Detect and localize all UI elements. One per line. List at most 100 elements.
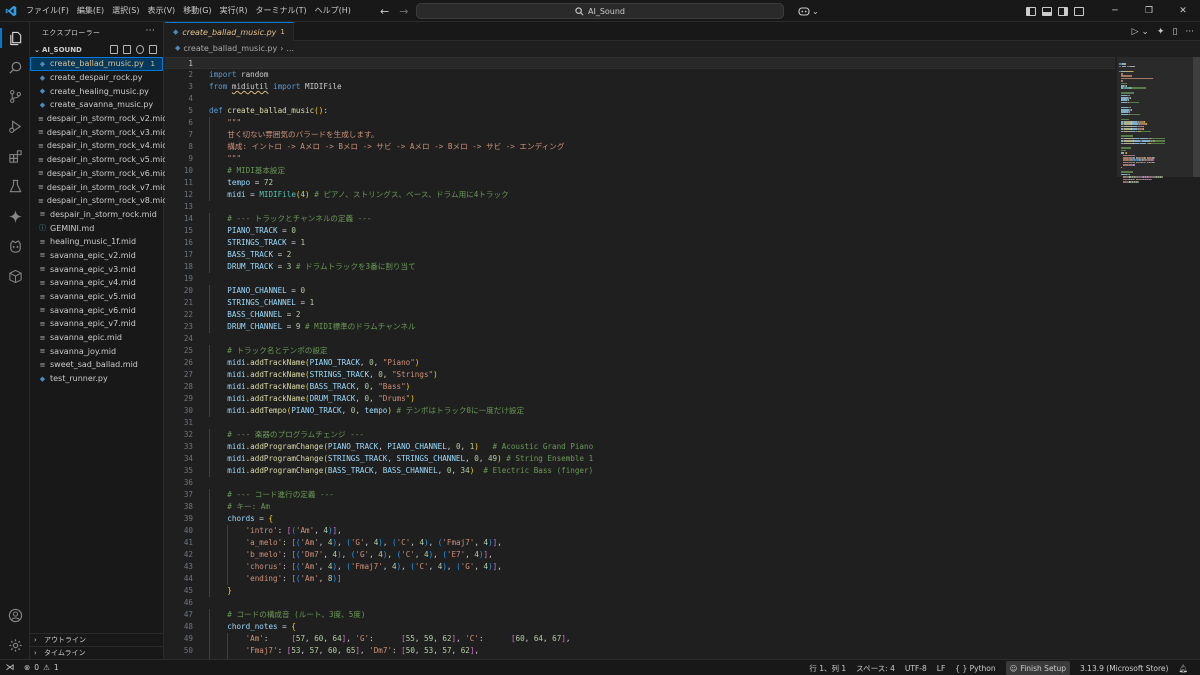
file-item[interactable]: ◆ create_ballad_music.py 1 (30, 57, 163, 71)
notifications-bell-icon[interactable]: 🔔︎ (1178, 664, 1188, 673)
timeline-section[interactable]: › タイムライン (30, 646, 164, 659)
containers-box-icon[interactable] (0, 263, 30, 289)
run-python-icon[interactable]: ▷ ⌄ (1132, 27, 1149, 37)
line-number: 34 (183, 454, 193, 463)
more-actions-icon[interactable]: ··· (146, 26, 155, 36)
file-item[interactable]: ◆ test_runner.py (30, 372, 163, 386)
new-folder-icon[interactable] (123, 45, 131, 54)
search-icon[interactable] (0, 54, 30, 80)
file-item[interactable]: ≡ despair_in_storm_rock_v7.mid (30, 180, 167, 194)
cursor-position[interactable]: 行 1、列 1 (809, 663, 846, 674)
file-item[interactable]: ◆ create_healing_music.py (30, 84, 163, 98)
file-item[interactable]: ≡ despair_in_storm_rock.mid (30, 208, 163, 222)
minimize-button[interactable]: ─ (1098, 0, 1132, 22)
breadcrumb-file[interactable]: create_ballad_music.py (183, 44, 277, 53)
extensions-icon[interactable] (0, 143, 30, 169)
file-item[interactable]: ≡ despair_in_storm_rock_v8.mid (30, 194, 167, 208)
line-number: 25 (183, 346, 193, 355)
file-item[interactable]: ◆ create_despair_rock.py (30, 71, 163, 85)
menu-edit[interactable]: 編集(E) (73, 0, 108, 22)
file-item[interactable]: ≡ savanna_epic_v3.mid (30, 262, 163, 276)
code-editor[interactable]: 1 2 import random 3 from midiutil import MID… (165, 57, 1115, 659)
encoding[interactable]: UTF-8 (905, 664, 927, 673)
restore-button[interactable]: ❐ (1132, 0, 1166, 22)
menu-view[interactable]: 表示(V) (143, 0, 179, 22)
gemini-sparkle-icon[interactable] (0, 203, 30, 229)
scrollbar-thumb[interactable] (1193, 57, 1200, 177)
finish-setup-button[interactable]: ☺ Finish Setup (1005, 661, 1071, 675)
menu-selection[interactable]: 選択(S) (108, 0, 143, 22)
source-control-icon[interactable] (0, 83, 30, 109)
file-item[interactable]: ≡ savanna_epic_v4.mid (30, 276, 163, 290)
more-actions-icon[interactable]: ··· (1185, 27, 1194, 37)
file-item[interactable]: ≡ savanna_epic.mid (30, 331, 163, 345)
file-name: despair_in_storm_rock_v4.mid (46, 141, 168, 151)
file-item[interactable]: ≡ savanna_joy.mid (30, 344, 163, 358)
menu-file[interactable]: ファイル(F) (22, 0, 73, 22)
errors-icon[interactable]: ⊗ (24, 663, 30, 672)
vertical-scrollbar[interactable] (1193, 57, 1200, 659)
menu-go[interactable]: 移動(G) (179, 0, 215, 22)
settings-gear-icon[interactable] (0, 632, 30, 658)
remote-indicator-icon[interactable]: ⋊ (0, 660, 20, 675)
file-item[interactable]: ⓘ GEMINI.md (30, 221, 163, 235)
close-button[interactable]: ✕ (1166, 0, 1200, 22)
end-of-line[interactable]: LF (937, 664, 946, 673)
toggle-secondary-sidebar-icon[interactable] (1058, 6, 1068, 16)
warnings-count[interactable]: 1 (54, 663, 59, 672)
code-line: 23 DRUM_CHANNEL = 9 # MIDI標準のドラムチャンネル (165, 321, 1115, 333)
collapse-all-icon[interactable] (149, 45, 157, 54)
new-file-icon[interactable] (110, 45, 118, 54)
minimap[interactable] (1117, 57, 1193, 659)
file-item[interactable]: ≡ savanna_epic_v7.mid (30, 317, 163, 331)
file-item[interactable]: ≡ savanna_epic_v2.mid (30, 249, 163, 263)
file-item[interactable]: ≡ despair_in_storm_rock_v3.mid (30, 125, 167, 139)
breadcrumb-more[interactable]: ... (286, 44, 294, 53)
errors-count[interactable]: 0 (34, 663, 39, 672)
menu-terminal[interactable]: ターミナル(T) (251, 0, 310, 22)
tab-create-ballad-music[interactable]: ◆ create_ballad_music.py 1 (165, 22, 294, 41)
midi-file-icon: ≡ (39, 306, 46, 315)
command-center-search[interactable]: AI_Sound (416, 3, 784, 19)
python-interpreter[interactable]: 3.13.9 (Microsoft Store) (1080, 664, 1168, 673)
back-arrow-icon[interactable]: ← (380, 5, 389, 18)
warnings-icon[interactable]: ⚠ (43, 663, 50, 672)
copilot-chat-button[interactable]: ⌄ (798, 4, 819, 18)
file-item[interactable]: ≡ healing_music_1f.mid (30, 235, 163, 249)
customize-layout-icon[interactable] (1074, 6, 1084, 16)
run-and-debug-icon[interactable] (0, 113, 30, 139)
refresh-icon[interactable] (136, 45, 144, 54)
outline-section[interactable]: › アウトライン (30, 633, 164, 646)
python-file-icon: ◆ (39, 59, 46, 68)
split-editor-icon[interactable]: ▯ (1172, 27, 1177, 37)
menu-help[interactable]: ヘルプ(H) (311, 0, 355, 22)
explorer-icon[interactable] (0, 25, 30, 51)
testing-flask-icon[interactable] (0, 173, 30, 199)
language-mode[interactable]: { } Python (955, 664, 995, 673)
indent-guide (209, 213, 210, 225)
file-item[interactable]: ≡ despair_in_storm_rock_v5.mid (30, 153, 167, 167)
toggle-panel-icon[interactable] (1042, 6, 1052, 16)
toggle-primary-sidebar-icon[interactable] (1026, 6, 1036, 16)
copilot-agent-icon[interactable] (0, 233, 30, 259)
line-number: 41 (183, 538, 193, 547)
indent-guide (209, 465, 210, 477)
indentation[interactable]: スペース: 4 (856, 663, 895, 674)
code-line: 32 # --- 楽器のプログラムチェンジ --- (165, 429, 1115, 441)
file-item[interactable]: ≡ despair_in_storm_rock_v4.mid (30, 139, 167, 153)
file-item[interactable]: ≡ savanna_epic_v5.mid (30, 290, 163, 304)
code-text: 構成: イントロ -> Aメロ -> Bメロ -> サビ -> Aメロ -> B… (227, 142, 565, 151)
code-line: 45 } (165, 585, 1115, 597)
menu-run[interactable]: 実行(R) (216, 0, 252, 22)
file-item[interactable]: ≡ despair_in_storm_rock_v2.mid (30, 112, 167, 126)
file-item[interactable]: ≡ savanna_epic_v6.mid (30, 303, 163, 317)
forward-arrow-icon[interactable]: → (399, 5, 408, 18)
gemini-sparkle-icon[interactable]: ✦ (1157, 27, 1165, 37)
file-item[interactable]: ≡ despair_in_storm_rock_v6.mid (30, 167, 167, 181)
minimap-line (1129, 111, 1130, 113)
file-item[interactable]: ≡ sweet_sad_ballad.mid (30, 358, 163, 372)
workspace-folder[interactable]: ⌄ AI_SOUND (30, 43, 163, 57)
file-item[interactable]: ◆ create_savanna_music.py (30, 98, 163, 112)
line-number: 32 (183, 430, 193, 439)
account-icon[interactable] (0, 602, 30, 628)
